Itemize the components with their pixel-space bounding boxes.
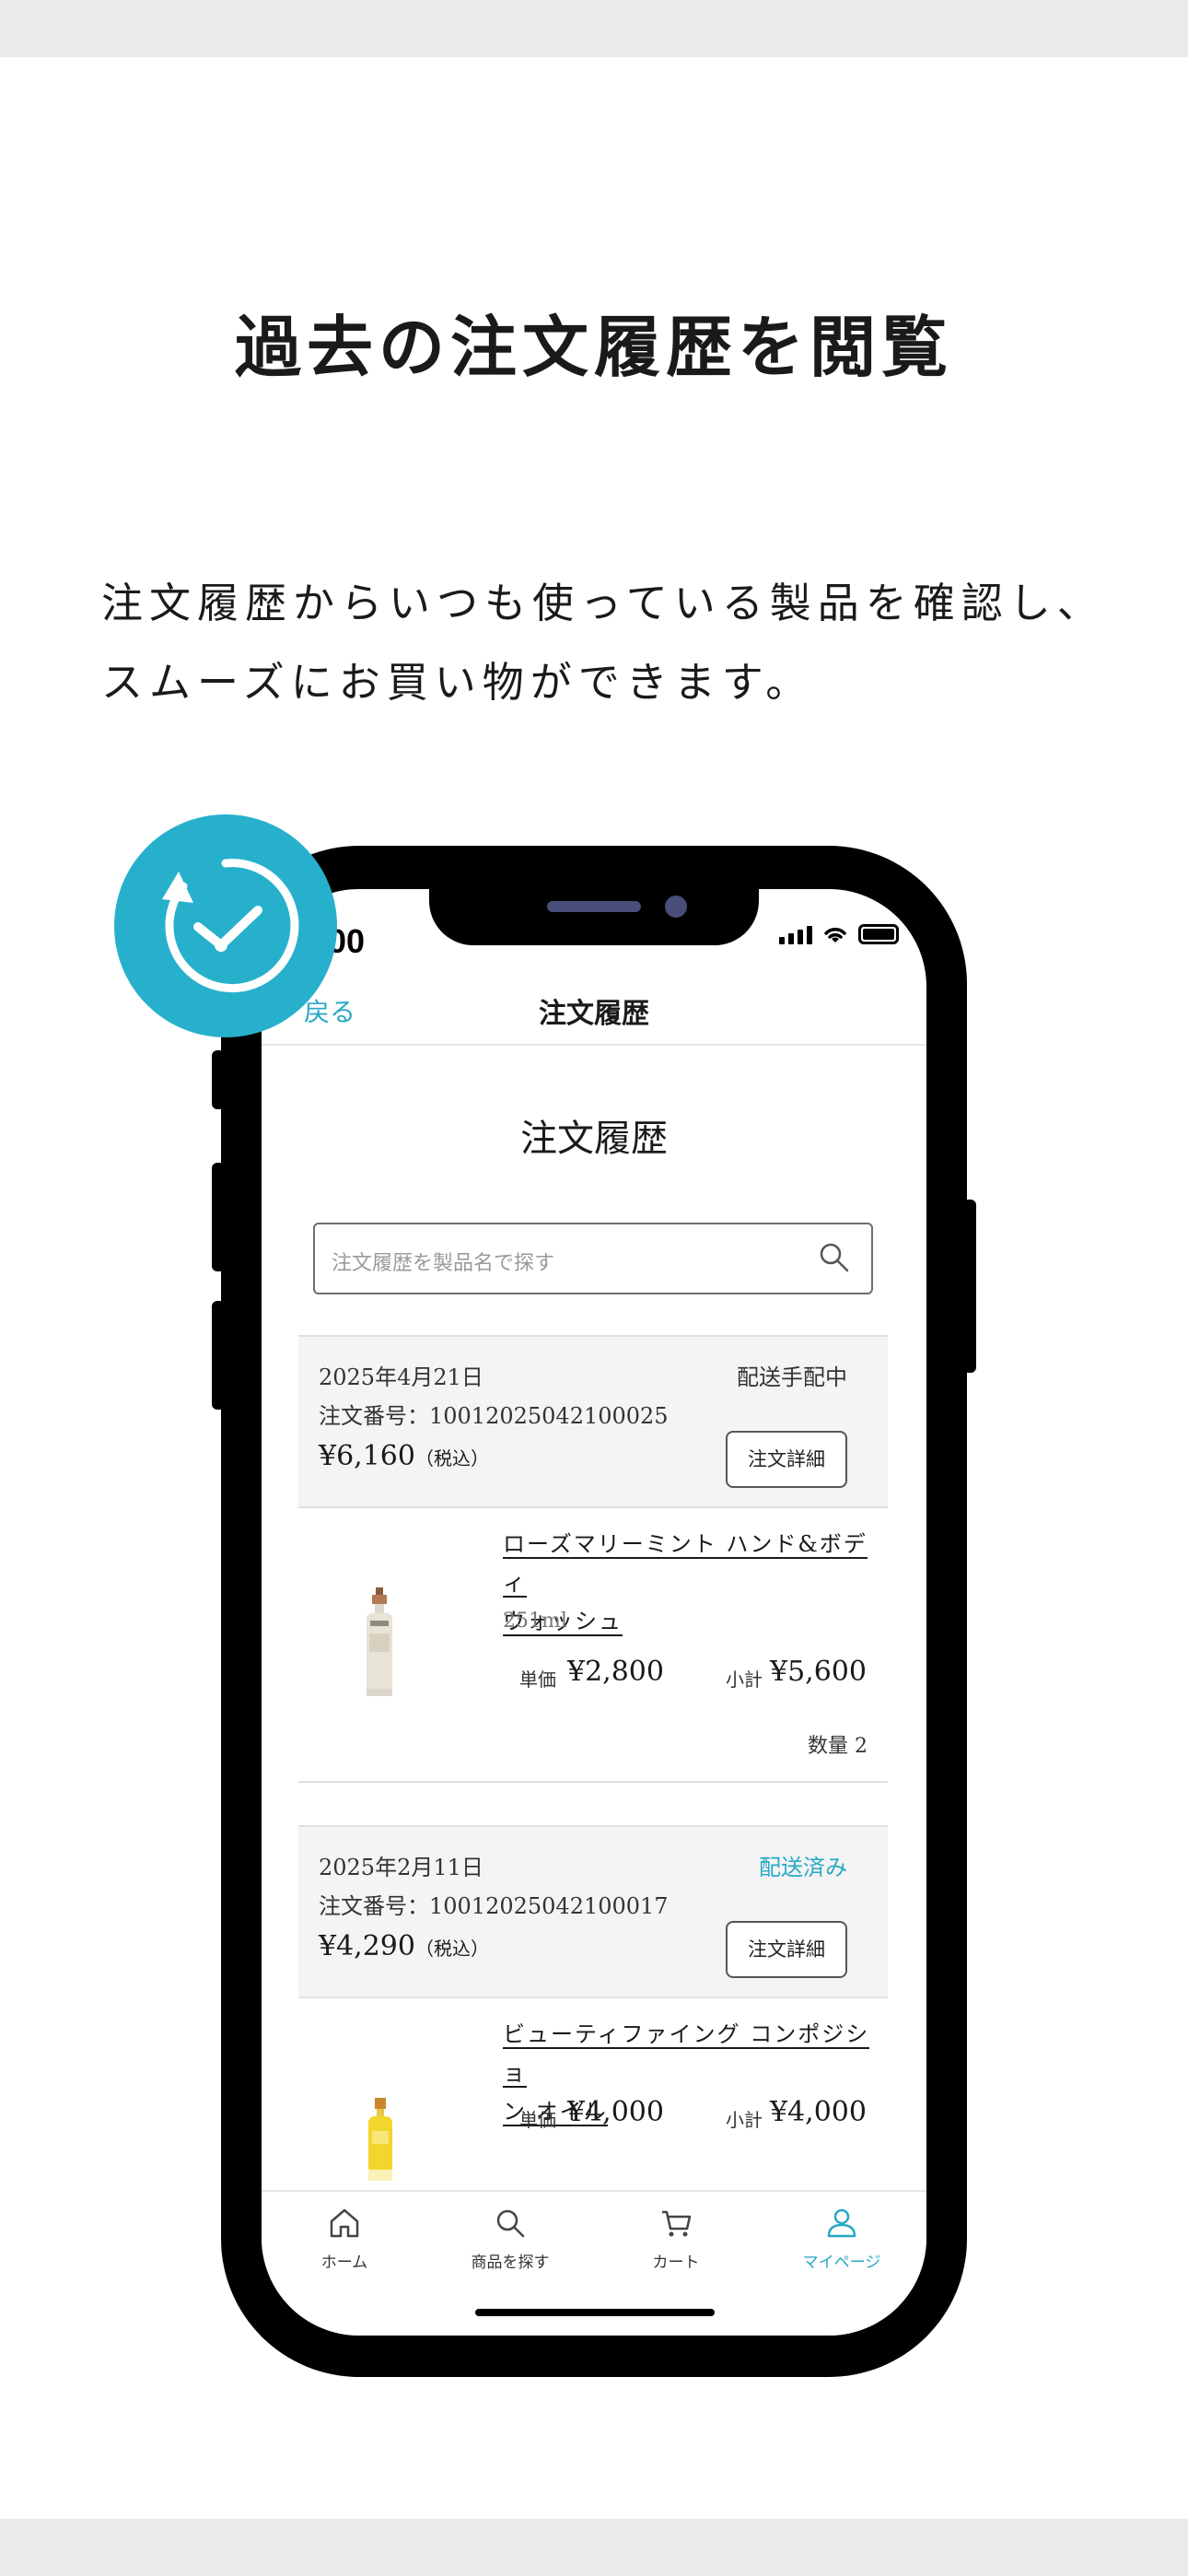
home-icon: [330, 2208, 359, 2238]
nav-title: 注文履歴: [539, 999, 649, 1029]
order-number: 注文番号：10012025042100017: [319, 1893, 669, 1919]
phone-screen: :00 戻る 注文履歴 注文履歴 注文履歴を製品名で探す 2025年4月21日 …: [262, 889, 926, 2336]
search-placeholder: 注文履歴を製品名で探す: [332, 1252, 555, 1275]
tab-search[interactable]: 商品を探す: [427, 2205, 593, 2272]
product-image-bottle: [367, 1587, 392, 1696]
divider: [298, 1781, 888, 1783]
volume-up-button: [212, 1163, 225, 1271]
unit-price-label: 単価: [519, 2109, 556, 2131]
bottom-band: [0, 2519, 1188, 2576]
search-icon: [496, 2209, 525, 2238]
subtotal-label: 小計: [726, 2109, 763, 2131]
signal-icon: [779, 926, 812, 944]
mute-switch: [212, 1050, 225, 1109]
unit-price-label: 単価: [519, 1669, 556, 1691]
search-icon[interactable]: [818, 1241, 851, 1274]
description-line-1: 注文履歴からいつも使っている製品を確認し、: [101, 579, 1105, 627]
power-button: [963, 1200, 976, 1373]
subtotal-label: 小計: [726, 1669, 763, 1691]
order-status: 配送済み: [759, 1855, 847, 1880]
order-detail-button[interactable]: 注文詳細: [726, 1431, 847, 1488]
front-camera: [665, 896, 687, 918]
product-volume: 251ml: [503, 1610, 567, 1633]
volume-down-button: [212, 1301, 225, 1410]
order-item: ビューティファイング コンポジショ ン オイル 単価 ¥4,000 小計 ¥4,…: [298, 1998, 888, 2192]
order-total: ¥6,160（税込）: [319, 1440, 489, 1472]
product-image-oil-bottle: [368, 2098, 392, 2181]
order-status: 配送手配中: [737, 1364, 847, 1390]
tab-cart-label: カート: [652, 2254, 700, 2272]
order-header: 2025年4月21日 注文番号：10012025042100025 ¥6,160…: [298, 1335, 888, 1508]
tab-search-label: 商品を探す: [471, 2254, 550, 2272]
home-indicator: [475, 2309, 715, 2316]
tax-label: （税込）: [414, 1938, 489, 1960]
unit-price: ¥4,000: [567, 2096, 664, 2128]
product-name-line-1[interactable]: ビューティファイング コンポジショ: [503, 2021, 870, 2088]
tax-label: （税込）: [414, 1447, 489, 1469]
phone-notch: [429, 883, 759, 945]
unit-price: ¥2,800: [567, 1656, 664, 1688]
order-total-value: ¥4,290: [319, 1930, 415, 1962]
tab-mypage-label: マイページ: [802, 2254, 881, 2272]
subtotal: ¥5,600: [770, 1656, 867, 1688]
cart-icon: [662, 2210, 692, 2237]
tab-cart[interactable]: カート: [593, 2205, 759, 2272]
status-icons: [779, 924, 899, 944]
tab-home[interactable]: ホーム: [262, 2205, 427, 2272]
order-detail-button[interactable]: 注文詳細: [726, 1921, 847, 1978]
order-header: 2025年2月11日 注文番号：10012025042100017 ¥4,290…: [298, 1825, 888, 1998]
tab-mypage[interactable]: マイページ: [759, 2205, 925, 2272]
order-total-value: ¥6,160: [319, 1440, 415, 1472]
battery-icon: [858, 924, 899, 944]
order-number: 注文番号：10012025042100025: [319, 1403, 669, 1429]
order-item: ローズマリーミント ハンド&ボディ ウォッシュ 251ml 単価 ¥2,800 …: [298, 1508, 888, 1785]
description-line-2: スムーズにお買い物ができます。: [101, 658, 814, 707]
search-field[interactable]: 注文履歴を製品名で探す: [313, 1223, 873, 1294]
top-band: [0, 0, 1188, 57]
order-date: 2025年4月21日: [319, 1364, 483, 1390]
page-title: 注文履歴: [520, 1118, 668, 1160]
tab-home-label: ホーム: [320, 2254, 368, 2272]
subtotal: ¥4,000: [770, 2096, 867, 2128]
product-name-line-1[interactable]: ローズマリーミント ハンド&ボディ: [503, 1531, 868, 1598]
history-badge: [114, 814, 337, 1037]
history-clock-icon: [162, 859, 299, 993]
headline: 過去の注文履歴を閲覧: [234, 308, 953, 386]
navigation-bar: 戻る 注文履歴: [262, 978, 926, 1046]
quantity: 数量 2: [808, 1735, 868, 1758]
user-icon: [827, 2208, 856, 2238]
order-date: 2025年2月11日: [319, 1855, 483, 1880]
order-total: ¥4,290（税込）: [319, 1930, 489, 1962]
phone-speaker: [547, 901, 641, 912]
wifi-icon: [824, 928, 846, 943]
description: 注文履歴からいつも使っている製品を確認し、 スムーズにお買い物ができます。: [101, 564, 1133, 722]
